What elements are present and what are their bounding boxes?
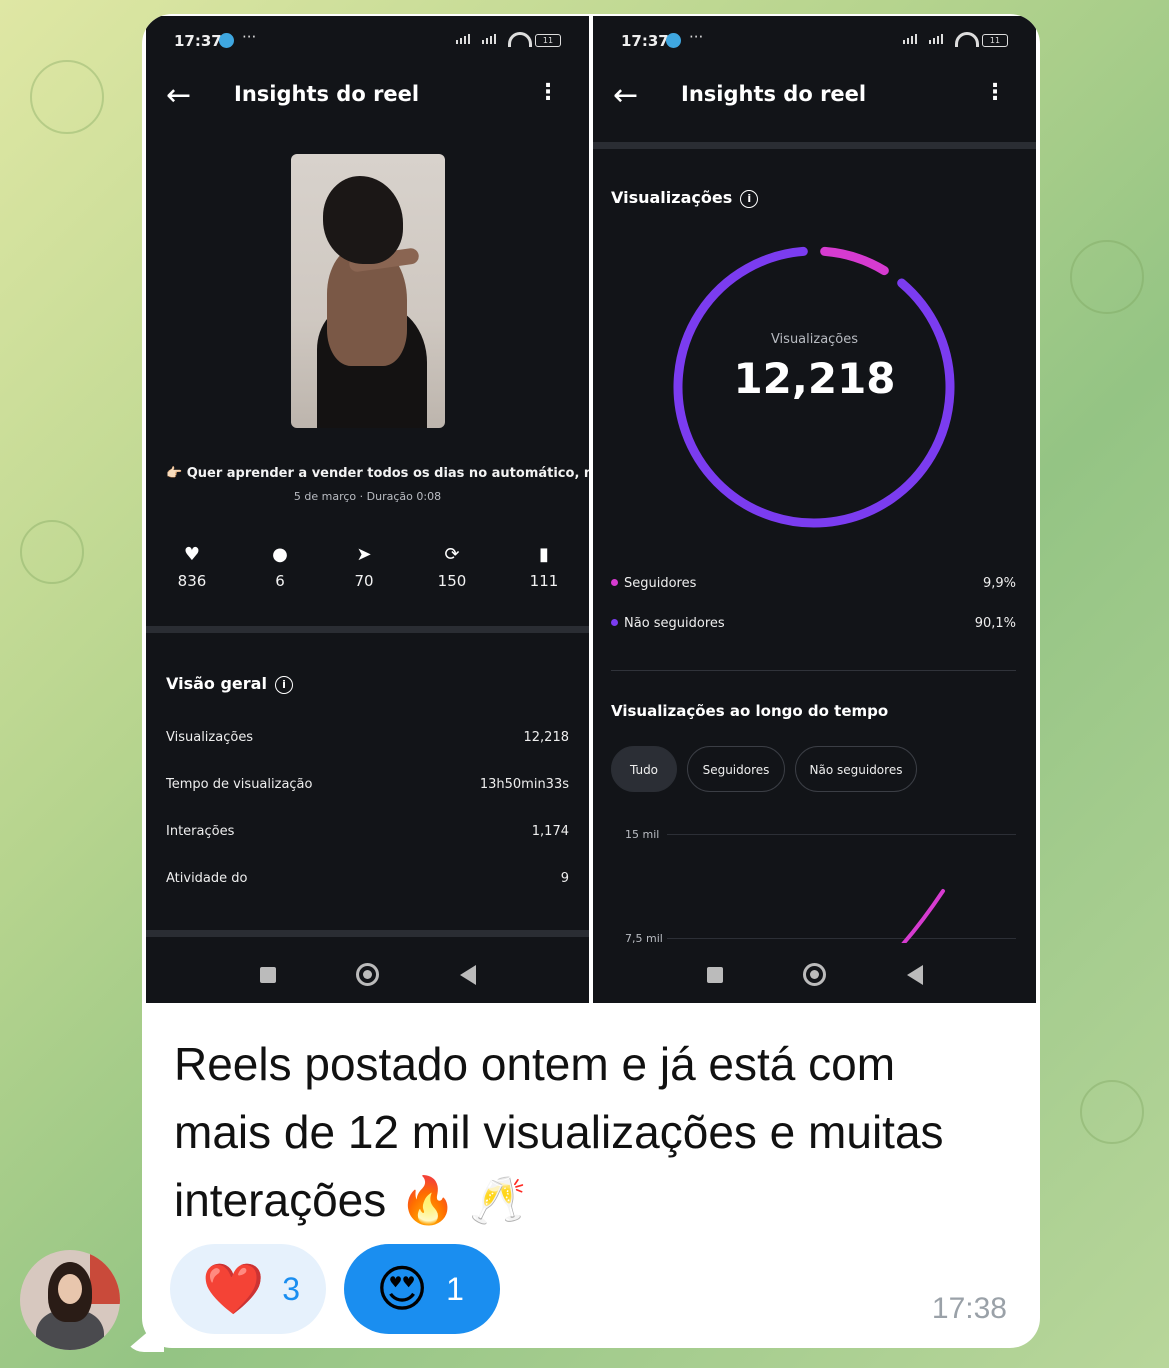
- stat-value: 111: [529, 572, 559, 590]
- status-time: 17:37: [174, 32, 222, 50]
- legend-non-followers: Não seguidores 90,1%: [611, 616, 1016, 631]
- info-icon[interactable]: i: [274, 676, 293, 694]
- legend-value: 90,1%: [974, 616, 1016, 631]
- section-divider: [146, 626, 589, 633]
- stat-likes: ♥ 836: [162, 544, 222, 590]
- row-label: Tempo de visualização: [166, 777, 313, 792]
- stat-value: 70: [354, 572, 374, 590]
- reaction-count: 1: [446, 1270, 464, 1307]
- recents-icon[interactable]: [707, 967, 723, 983]
- stat-reposts: ⟳ 150: [422, 544, 482, 590]
- message-time: 17:38: [931, 1292, 1007, 1325]
- legend-label: Não seguidores: [624, 616, 725, 631]
- status-bar: 17:37 ··· 11: [146, 16, 589, 60]
- screenshot-reel-insights[interactable]: 17:37 ··· 11 ← Insights do reel ⋮ 👉🏻 Que…: [146, 16, 589, 1003]
- back-icon[interactable]: [460, 965, 476, 985]
- overview-title: Visão geral i: [166, 674, 293, 694]
- heart-icon: ♥: [183, 544, 201, 565]
- stat-value: 150: [437, 572, 467, 590]
- avatar-figure: [90, 1254, 120, 1304]
- home-icon[interactable]: [356, 963, 379, 986]
- recents-icon[interactable]: [260, 967, 276, 983]
- reaction-heart[interactable]: ❤️ 3: [170, 1244, 326, 1334]
- comment-icon: ●: [272, 544, 288, 565]
- section-divider: [146, 930, 589, 937]
- reel-meta: 5 de março · Duração 0:08: [293, 490, 442, 503]
- over-time-title: Visualizações ao longo do tempo: [611, 702, 889, 720]
- legend-label: Seguidores: [624, 576, 697, 591]
- signal-icon: [482, 34, 496, 44]
- row-value: 13h50min33s: [479, 777, 569, 792]
- heart-emoji-icon: ❤️: [202, 1259, 265, 1318]
- legend-followers: Seguidores 9,9%: [611, 576, 1016, 591]
- more-notifications-icon: ···: [242, 28, 257, 46]
- row-label: Visualizações: [166, 730, 254, 745]
- filter-chip-followers[interactable]: Seguidores: [687, 746, 785, 792]
- row-label: Interações: [166, 824, 235, 839]
- row-value: 1,174: [531, 824, 569, 839]
- background-doodle: [1070, 240, 1144, 314]
- avatar[interactable]: [20, 1250, 120, 1350]
- axis-label-top: 15 mil: [625, 828, 660, 841]
- battery-icon: 11: [535, 34, 561, 47]
- message-text: Reels postado ontem e já está com mais d…: [174, 1038, 944, 1226]
- back-arrow-icon[interactable]: ←: [166, 78, 191, 113]
- grid-line: [667, 834, 1016, 835]
- stat-value: 836: [177, 572, 207, 590]
- reel-thumbnail[interactable]: [291, 154, 445, 428]
- signal-icon: [456, 34, 470, 44]
- grid-line: [667, 938, 1016, 939]
- home-icon[interactable]: [803, 963, 826, 986]
- top-bar: ← Insights do reel ⋮: [146, 68, 589, 124]
- more-options-icon[interactable]: ⋮: [537, 80, 559, 105]
- views-line-series: [901, 889, 945, 946]
- background-doodle: [30, 60, 104, 134]
- repost-icon: ⟳: [444, 544, 460, 565]
- section-line: [611, 670, 1016, 671]
- android-nav-bar: [593, 943, 1036, 1003]
- donut-value: 12,218: [733, 354, 896, 403]
- android-nav-bar: [146, 943, 589, 1003]
- filter-chip-all[interactable]: Tudo: [611, 746, 677, 792]
- row-value: 9: [560, 871, 569, 886]
- stat-saves: ▮ 111: [514, 544, 574, 590]
- telegram-icon: [219, 33, 234, 48]
- reel-caption: 👉🏻 Quer aprender a vender todos os dias …: [166, 466, 589, 481]
- avatar-figure: [58, 1274, 82, 1304]
- stat-comments: ● 6: [250, 544, 310, 590]
- engagement-stats: ♥ 836 ● 6 ➤ 70 ⟳ 150 ▮ 111: [146, 544, 589, 604]
- screenshot-reel-views[interactable]: 17:37 ··· 11 ← Insights do reel ⋮ Visual…: [593, 16, 1036, 1003]
- overview-title-text: Visão geral: [166, 674, 267, 693]
- reaction-heart-eyes[interactable]: 😍 1: [344, 1244, 500, 1334]
- donut-label: Visualizações: [770, 332, 859, 347]
- back-icon[interactable]: [907, 965, 923, 985]
- heart-eyes-emoji-icon: 😍: [376, 1260, 429, 1318]
- thumbnail-figure: [323, 176, 403, 264]
- share-icon: ➤: [356, 544, 372, 565]
- legend-dot: [611, 619, 618, 626]
- filter-chip-non-followers[interactable]: Não seguidores: [795, 746, 917, 792]
- background-doodle: [20, 520, 84, 584]
- legend-dot: [611, 579, 618, 586]
- save-icon: ▮: [539, 544, 549, 565]
- row-value: 12,218: [523, 730, 570, 745]
- reaction-count: 3: [282, 1270, 301, 1307]
- page-title: Insights do reel: [234, 82, 420, 106]
- row-label: Atividade do: [166, 871, 248, 886]
- stat-shares: ➤ 70: [334, 544, 394, 590]
- background-doodle: [1080, 1080, 1144, 1144]
- legend-value: 9,9%: [982, 576, 1016, 591]
- donut-segment-followers: [820, 246, 889, 276]
- stat-value: 6: [275, 572, 285, 590]
- views-donut-chart: [673, 246, 955, 528]
- wifi-icon: [508, 32, 532, 47]
